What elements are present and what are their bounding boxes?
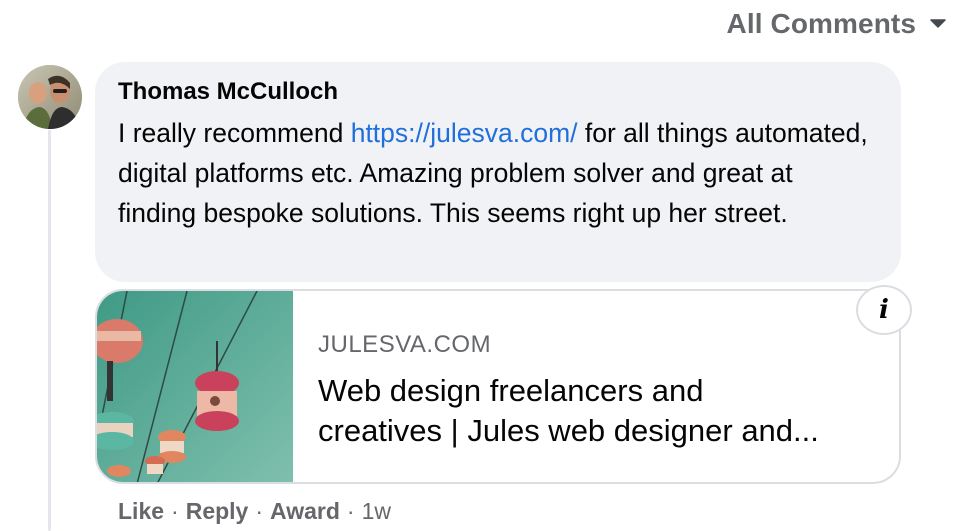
cable-car-photo bbox=[97, 291, 293, 482]
link-preview-title: Web design freelancers and creatives | J… bbox=[318, 371, 878, 451]
comment-author[interactable]: Thomas McCulloch bbox=[118, 79, 877, 105]
comment-bubble: Thomas McCulloch I really recommend http… bbox=[95, 62, 901, 282]
link-preview-title-line: Web design freelancers and bbox=[318, 373, 704, 408]
comment-filter-dropdown[interactable]: All Comments bbox=[727, 8, 946, 40]
user-avatar-icon bbox=[18, 65, 82, 129]
comment-filter-label: All Comments bbox=[726, 8, 916, 39]
separator: · bbox=[255, 498, 264, 524]
comment-text-prefix: I really recommend bbox=[118, 118, 351, 148]
thread-line bbox=[48, 130, 51, 531]
like-button[interactable]: Like bbox=[118, 497, 164, 525]
caret-down-icon bbox=[930, 19, 946, 28]
separator: · bbox=[346, 498, 355, 524]
comment-timestamp[interactable]: 1w bbox=[362, 497, 391, 525]
award-button[interactable]: Award bbox=[270, 497, 340, 525]
comment-actions: Like · Reply · Award · 1w bbox=[118, 497, 391, 525]
comment-thread: All Comments Thomas McCulloch I really r… bbox=[0, 0, 964, 531]
avatar[interactable] bbox=[18, 65, 82, 129]
link-preview-text: JULESVA.COM Web design freelancers and c… bbox=[318, 331, 878, 451]
comment-text: I really recommend https://julesva.com/ … bbox=[118, 113, 877, 233]
separator: · bbox=[171, 498, 179, 524]
info-icon[interactable]: i bbox=[856, 285, 912, 335]
link-preview-title-line: creatives | Jules web designer and... bbox=[318, 413, 819, 448]
comment-link[interactable]: https://julesva.com/ bbox=[351, 118, 578, 148]
link-preview-card[interactable]: JULESVA.COM Web design freelancers and c… bbox=[95, 289, 901, 484]
reply-button[interactable]: Reply bbox=[186, 497, 249, 525]
link-preview-domain: JULESVA.COM bbox=[318, 331, 492, 358]
